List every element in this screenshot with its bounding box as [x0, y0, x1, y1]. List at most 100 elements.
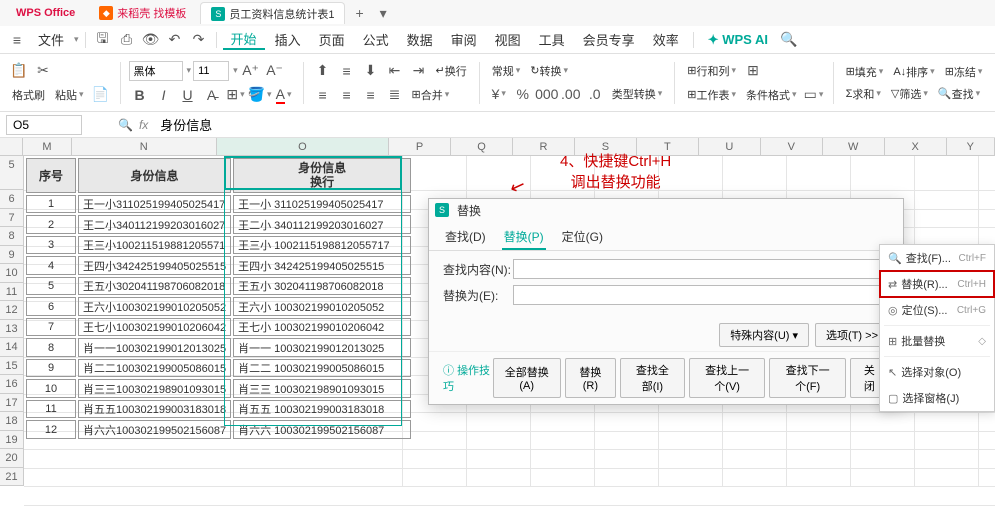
dec-inc-icon[interactable]: .00 — [560, 83, 582, 105]
row-17[interactable]: 17 — [0, 394, 23, 413]
font-size-select[interactable] — [193, 61, 229, 81]
fill-color-icon[interactable]: 🪣▾ — [249, 84, 271, 106]
ctx-batch[interactable]: ⊞批量替换◇ — [880, 328, 994, 354]
replace-input[interactable] — [513, 285, 889, 305]
tab-find[interactable]: 查找(D) — [443, 225, 488, 250]
dec-dec-icon[interactable]: .0 — [584, 83, 606, 105]
border-icon[interactable]: ⊞▾ — [225, 84, 247, 106]
menu-tools[interactable]: 工具 — [531, 30, 573, 49]
tab-menu[interactable]: ▾ — [374, 5, 393, 22]
col-m[interactable]: M — [23, 138, 71, 155]
indent-inc-icon[interactable]: ⇥ — [408, 60, 430, 82]
row-13[interactable]: 13 — [0, 320, 23, 339]
sum-btn[interactable]: Σ 求和▾ — [842, 84, 885, 104]
col-x[interactable]: X — [885, 138, 947, 155]
tab-replace[interactable]: 替换(P) — [502, 225, 546, 250]
font-decrease-icon[interactable]: A⁻ — [264, 60, 286, 82]
menu-ai[interactable]: ✦ WPS AI — [700, 32, 776, 48]
row-16[interactable]: 16 — [0, 375, 23, 394]
tab-goto[interactable]: 定位(G) — [560, 225, 605, 250]
row-11[interactable]: 11 — [0, 283, 23, 302]
col-v[interactable]: V — [761, 138, 823, 155]
menu-file[interactable]: 文件 — [30, 30, 72, 49]
row-21[interactable]: 21 — [0, 468, 23, 487]
table-row[interactable]: 4王四小342425199405025515王四小 34242519940502… — [26, 256, 411, 275]
menu-view[interactable]: 视图 — [487, 30, 529, 49]
cond-format-btn[interactable]: 条件格式▾ — [742, 85, 801, 105]
col-r[interactable]: R — [513, 138, 575, 155]
special-btn[interactable]: 特殊内容(U) ▾ — [719, 323, 809, 347]
align-right-icon[interactable]: ≡ — [360, 84, 382, 106]
align-top-icon[interactable]: ⬆ — [312, 60, 334, 82]
app-tab[interactable]: WPS Office — [6, 2, 85, 24]
col-t[interactable]: T — [637, 138, 699, 155]
underline-icon[interactable]: U — [177, 84, 199, 106]
replace-all-btn[interactable]: 全部替换(A) — [493, 358, 561, 398]
redo-icon[interactable]: ↷ — [188, 29, 210, 51]
replace-one-btn[interactable]: 替换(R) — [565, 358, 616, 398]
menu-member[interactable]: 会员专享 — [575, 30, 643, 49]
find-btn[interactable]: 🔍 查找▾ — [934, 84, 984, 104]
menu-insert[interactable]: 插入 — [267, 30, 309, 49]
menu-formula[interactable]: 公式 — [355, 30, 397, 49]
paste-btn[interactable]: 粘贴▾ — [51, 85, 88, 105]
formula-input[interactable] — [154, 117, 989, 132]
table-row[interactable]: 5王五小302041198706082018王五小 30204119870608… — [26, 277, 411, 296]
menu-page[interactable]: 页面 — [311, 30, 353, 49]
ctx-select-obj[interactable]: ↖选择对象(O) — [880, 359, 994, 385]
filter-btn[interactable]: ▽ 筛选▾ — [887, 84, 932, 104]
font-color-icon[interactable]: A▾ — [273, 84, 295, 106]
justify-icon[interactable]: ≣ — [384, 84, 406, 106]
find-next-btn[interactable]: 查找下一个(F) — [769, 358, 845, 398]
freeze-btn[interactable]: ⊞ 冻结▾ — [941, 62, 987, 82]
row-15[interactable]: 15 — [0, 357, 23, 376]
doc-tab[interactable]: S员工资料信息统计表1 — [200, 2, 345, 24]
find-input[interactable] — [513, 259, 889, 279]
col-w[interactable]: W — [823, 138, 885, 155]
bold-icon[interactable]: B — [129, 84, 151, 106]
row-14[interactable]: 14 — [0, 338, 23, 357]
ctx-goto[interactable]: ◎定位(S)...Ctrl+G — [880, 297, 994, 323]
menu-efficiency[interactable]: 效率 — [645, 30, 687, 49]
cut-icon[interactable]: ✂ — [32, 60, 54, 82]
hamburger-icon[interactable]: ≡ — [6, 29, 28, 51]
ctx-find[interactable]: 🔍查找(F)...Ctrl+F — [880, 245, 994, 271]
print-icon[interactable]: ⎙ — [116, 29, 138, 51]
row-8[interactable]: 8 — [0, 227, 23, 246]
add-tab[interactable]: + — [349, 5, 369, 21]
align-mid-icon[interactable]: ≡ — [336, 60, 358, 82]
type-btn[interactable]: 类型转换▾ — [608, 84, 667, 104]
preview-icon[interactable]: 👁 — [140, 29, 162, 51]
row-6[interactable]: 6 — [0, 190, 23, 209]
indent-dec-icon[interactable]: ⇤ — [384, 60, 406, 82]
undo-icon[interactable]: ↶ — [164, 29, 186, 51]
save-icon[interactable]: 🖫 — [92, 29, 114, 51]
row-5[interactable]: 5 — [0, 156, 23, 190]
row-7[interactable]: 7 — [0, 209, 23, 228]
comma-icon[interactable]: 000 — [536, 83, 558, 105]
currency-icon[interactable]: ¥▾ — [488, 83, 510, 105]
ctx-select-pane[interactable]: ▢选择窗格(J) — [880, 385, 994, 411]
font-increase-icon[interactable]: A⁺ — [240, 60, 262, 82]
format-painter[interactable]: 格式刷 — [8, 85, 49, 105]
tips-link[interactable]: ⓘ 操作技巧 — [443, 362, 493, 394]
table-row[interactable]: 11肖五五100302199003183018肖五五 1003021990031… — [26, 400, 411, 419]
options-btn[interactable]: 选项(T) >> — [815, 323, 889, 347]
align-bot-icon[interactable]: ⬇ — [360, 60, 382, 82]
menu-start[interactable]: 开始 — [223, 29, 265, 50]
table-row[interactable]: 8肖一一100302199012013025肖一一 10030219901201… — [26, 338, 411, 357]
row-18[interactable]: 18 — [0, 412, 23, 431]
search-icon[interactable]: 🔍 — [778, 29, 800, 51]
sort-btn[interactable]: A↓ 排序▾ — [889, 62, 938, 82]
row-9[interactable]: 9 — [0, 246, 23, 265]
table-row[interactable]: 9肖二二100302199005086015肖二二 10030219900508… — [26, 359, 411, 378]
italic-icon[interactable]: I — [153, 84, 175, 106]
col-y[interactable]: Y — [947, 138, 995, 155]
col-s[interactable]: S — [575, 138, 637, 155]
rowcol-btn[interactable]: ⊞ 行和列▾ — [683, 61, 740, 81]
find-prev-btn[interactable]: 查找上一个(V) — [689, 358, 766, 398]
col-n[interactable]: N — [72, 138, 217, 155]
percent-icon[interactable]: % — [512, 83, 534, 105]
align-center-icon[interactable]: ≡ — [336, 84, 358, 106]
align-left-icon[interactable]: ≡ — [312, 84, 334, 106]
